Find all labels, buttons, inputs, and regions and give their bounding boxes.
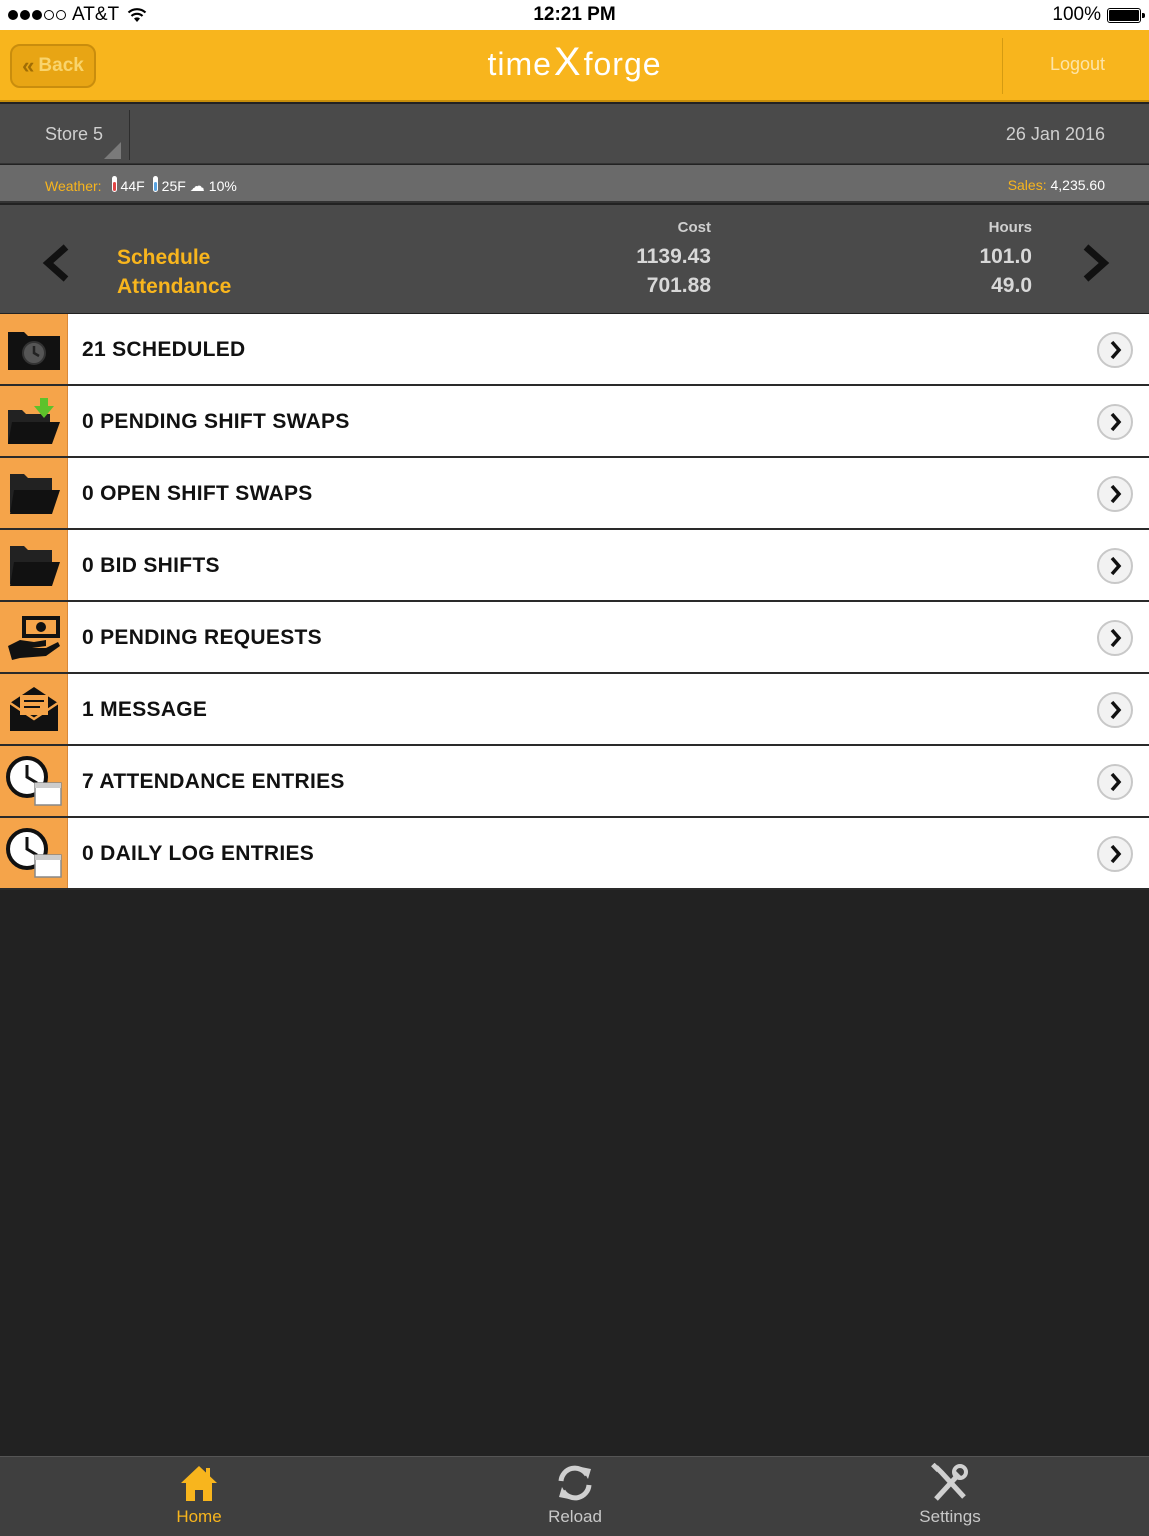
chevron-right-circle-icon[interactable]: [1096, 691, 1134, 729]
list-item-label: 0 OPEN SHIFT SWAPS: [82, 482, 313, 505]
tools-icon: [931, 1463, 968, 1501]
weather-bar: Weather: 44F 25F ☁ 10% Sales: 4,235.60: [0, 165, 1149, 203]
tab-reload[interactable]: Reload: [475, 1463, 675, 1533]
list-item-message[interactable]: 1 MESSAGE: [0, 674, 1149, 746]
chevron-right-circle-icon[interactable]: [1096, 331, 1134, 369]
home-icon: [181, 1466, 217, 1501]
list-item-pending-shift-swaps[interactable]: 0 PENDING SHIFT SWAPS: [0, 386, 1149, 458]
dashboard-list: 21 SCHEDULED 0 PENDING SHIFT SWAPS 0 OPE…: [0, 314, 1149, 890]
list-item-label: 0 DAILY LOG ENTRIES: [82, 842, 315, 865]
envelope-icon: [8, 687, 59, 731]
sales-label: Sales:: [1007, 177, 1047, 193]
store-date: 26 Jan 2016: [1005, 124, 1105, 144]
cost-column: Cost 1139.43 701.88: [636, 219, 711, 300]
arrow-right-icon[interactable]: [1074, 243, 1114, 283]
rain-cloud-icon: ☁: [189, 178, 205, 195]
logo-text-right: forge: [583, 46, 662, 82]
chevron-right-circle-icon[interactable]: [1096, 619, 1134, 657]
hours-column: Hours 101.0 49.0: [979, 219, 1032, 300]
open-folder-icon: [9, 546, 60, 586]
reload-icon: [558, 1465, 592, 1501]
list-item-label: 0 BID SHIFTS: [82, 554, 220, 577]
arrow-left-icon[interactable]: [38, 243, 78, 283]
battery-icon: [1107, 7, 1145, 23]
list-item-label: 0 PENDING REQUESTS: [82, 626, 322, 649]
weather-high: 44F: [120, 178, 145, 194]
status-bar: AT&T 12:21 PM 100%: [0, 0, 1149, 30]
clock-folder-icon: [7, 332, 60, 370]
hand-money-icon: [7, 616, 60, 660]
logo-mark: X: [553, 40, 582, 84]
list-item-label: 0 PENDING SHIFT SWAPS: [82, 410, 350, 433]
tab-home[interactable]: Home: [99, 1463, 299, 1533]
weather-precip: 10%: [208, 178, 237, 194]
attendance-cost: 701.88: [646, 274, 711, 297]
attendance-label: Attendance: [117, 275, 232, 298]
schedule-hours: 101.0: [979, 245, 1032, 268]
list-item-pending-requests[interactable]: 0 PENDING REQUESTS: [0, 602, 1149, 674]
tab-home-label: Home: [176, 1507, 222, 1526]
summary-labels: Schedule Attendance: [117, 243, 231, 301]
attendance-hours: 49.0: [991, 274, 1032, 297]
sales-value: 4,235.60: [1050, 177, 1106, 193]
chevron-right-circle-icon[interactable]: [1096, 475, 1134, 513]
logo-text-left: time: [487, 46, 552, 82]
list-item-scheduled[interactable]: 21 SCHEDULED: [0, 314, 1149, 386]
list-item-label: 21 SCHEDULED: [82, 338, 246, 361]
status-time: 12:21 PM: [533, 4, 616, 25]
clock-calendar-icon: [5, 828, 62, 878]
weather-info: Weather: 44F 25F ☁ 10%: [45, 176, 237, 195]
schedule-label: Schedule: [117, 246, 211, 269]
sales-info: Sales: 4,235.60: [1008, 177, 1105, 193]
open-folder-icon: [9, 474, 60, 514]
chevron-right-circle-icon[interactable]: [1096, 763, 1134, 801]
schedule-cost: 1139.43: [636, 245, 711, 268]
list-item-open-shift-swaps[interactable]: 0 OPEN SHIFT SWAPS: [0, 458, 1149, 530]
battery-percent: 100%: [1052, 4, 1101, 25]
thermometer-cold-icon: [152, 176, 158, 192]
tab-reload-label: Reload: [548, 1507, 602, 1526]
clock-calendar-icon: [5, 756, 62, 806]
chevron-right-circle-icon[interactable]: [1096, 835, 1134, 873]
weather-label: Weather:: [45, 178, 102, 194]
list-item-attendance-entries[interactable]: 7 ATTENDANCE ENTRIES: [0, 746, 1149, 818]
timeforge-logo: timeXforge: [0, 40, 1149, 85]
tab-settings-label: Settings: [919, 1507, 981, 1526]
tab-settings[interactable]: Settings: [850, 1463, 1050, 1533]
thermometer-hot-icon: [111, 176, 117, 192]
summary-panel: Schedule Attendance Cost 1139.43 701.88 …: [0, 205, 1149, 313]
dropdown-corner-icon[interactable]: [104, 142, 121, 159]
chevron-right-circle-icon[interactable]: [1096, 547, 1134, 585]
weather-low: 25F: [161, 178, 186, 194]
status-right: 100%: [1052, 4, 1145, 26]
hours-header: Hours: [988, 219, 1032, 236]
folder-download-icon: [7, 398, 60, 444]
chevron-right-circle-icon[interactable]: [1096, 403, 1134, 441]
list-item-label: 7 ATTENDANCE ENTRIES: [82, 770, 345, 793]
list-item-bid-shifts[interactable]: 0 BID SHIFTS: [0, 530, 1149, 602]
tab-bar: Home Reload Settings: [0, 1456, 1149, 1536]
logout-button[interactable]: Logout: [1050, 54, 1105, 75]
list-item-daily-log-entries[interactable]: 0 DAILY LOG ENTRIES: [0, 818, 1149, 890]
app-header: « Back timeXforge Logout: [0, 30, 1149, 102]
store-divider: [129, 110, 130, 160]
store-bar: Store 5 26 Jan 2016: [0, 104, 1149, 164]
header-divider: [1002, 38, 1003, 94]
store-selector[interactable]: Store 5: [45, 124, 103, 145]
list-item-label: 1 MESSAGE: [82, 698, 208, 721]
cost-header: Cost: [677, 219, 711, 236]
